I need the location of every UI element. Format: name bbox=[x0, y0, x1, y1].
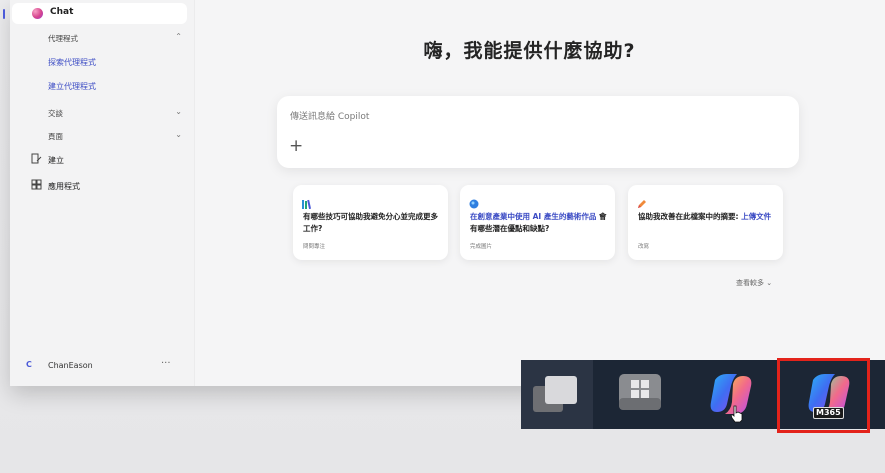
globe-icon bbox=[469, 194, 479, 209]
sidebar-section-conversations[interactable]: 交談 ⌄ bbox=[10, 105, 190, 121]
sidebar-section-pages[interactable]: 頁面 ⌄ bbox=[10, 128, 190, 144]
copilot-chat-icon bbox=[32, 8, 43, 19]
suggestion-card[interactable]: 有哪些技巧可協助我避免分心並完成更多工作? 問問專注 bbox=[293, 185, 448, 260]
start-icon bbox=[619, 374, 661, 410]
more-options-icon[interactable]: ··· bbox=[161, 358, 171, 369]
message-composer[interactable]: 傳送訊息給 Copilot + bbox=[277, 96, 799, 168]
sidebar-section-agents[interactable]: 代理程式 ⌃ bbox=[10, 30, 190, 46]
task-view-button[interactable] bbox=[521, 360, 593, 429]
desktop: Chat 代理程式 ⌃ 探索代理程式 建立代理程式 交談 ⌄ 頁面 ⌄ 建立 應… bbox=[0, 0, 885, 473]
card-text: 在創意產業中使用 AI 產生的藝術作品 會有哪些潛在優點和缺點? bbox=[470, 211, 610, 235]
card-text: 有哪些技巧可協助我避免分心並完成更多工作? bbox=[303, 212, 438, 233]
card-tag: 問問專注 bbox=[303, 244, 326, 250]
sidebar-item-label: Chat bbox=[50, 7, 74, 17]
avatar: C bbox=[26, 360, 32, 369]
books-icon bbox=[302, 194, 312, 210]
suggestion-card[interactable]: 在創意產業中使用 AI 產生的藝術作品 會有哪些潛在優點和缺點? 完成圖片 bbox=[460, 185, 615, 260]
sidebar-item-create[interactable]: 建立 bbox=[10, 152, 190, 168]
sidebar-item-apps[interactable]: 應用程式 bbox=[10, 178, 190, 194]
suggestion-card[interactable]: 協助我改善在此檔案中的摘要: 上傳文件 改寫 bbox=[628, 185, 783, 260]
card-tag: 完成圖片 bbox=[470, 244, 493, 250]
task-view-icon bbox=[533, 376, 577, 412]
mouse-cursor-hand-icon bbox=[730, 405, 743, 423]
section-label: 頁面 bbox=[48, 132, 63, 141]
add-attachment-button[interactable]: + bbox=[289, 136, 303, 156]
user-name: ChanEason bbox=[48, 361, 93, 370]
sidebar-item-label: 探索代理程式 bbox=[48, 58, 96, 67]
section-label: 交談 bbox=[48, 109, 63, 118]
card-text: 協助我改善在此檔案中的摘要: 上傳文件 bbox=[638, 211, 778, 223]
sidebar-item-label: 應用程式 bbox=[48, 182, 80, 191]
highlight-frame bbox=[777, 358, 870, 433]
sidebar-item-create-agent[interactable]: 建立代理程式 bbox=[10, 78, 190, 94]
chevron-up-icon: ⌃ bbox=[175, 32, 182, 41]
upload-document-link[interactable]: 上傳文件 bbox=[741, 212, 771, 221]
card-tag: 改寫 bbox=[638, 244, 650, 250]
sidebar-item-label: 建立 bbox=[48, 156, 64, 165]
chevron-down-icon: ⌄ bbox=[175, 130, 182, 139]
sidebar-item-chat[interactable]: Chat bbox=[3, 3, 187, 24]
selected-indicator bbox=[3, 9, 5, 19]
section-label: 代理程式 bbox=[48, 34, 78, 43]
sidebar-item-explore-agents[interactable]: 探索代理程式 bbox=[10, 54, 190, 70]
page-title: 嗨，我能提供什麼協助? bbox=[423, 40, 636, 62]
user-profile[interactable]: C ChanEason ··· bbox=[10, 358, 194, 374]
sidebar: Chat 代理程式 ⌃ 探索代理程式 建立代理程式 交談 ⌄ 頁面 ⌄ 建立 應… bbox=[3, 0, 195, 386]
see-more-button[interactable]: 查看較多 ⌄ bbox=[736, 278, 772, 288]
chevron-down-icon: ⌄ bbox=[175, 107, 182, 116]
composer-placeholder: 傳送訊息給 Copilot bbox=[290, 112, 370, 122]
card-text-main: 協助我改善在此檔案中的摘要: bbox=[638, 212, 742, 221]
copilot-app-window: Chat 代理程式 ⌃ 探索代理程式 建立代理程式 交談 ⌄ 頁面 ⌄ 建立 應… bbox=[3, 0, 885, 386]
create-icon bbox=[31, 153, 42, 164]
sidebar-item-label: 建立代理程式 bbox=[48, 82, 96, 91]
apps-grid-icon bbox=[31, 179, 42, 190]
start-button[interactable] bbox=[607, 360, 667, 429]
card-text-highlight: 在創意產業中使用 AI 產生的藝術作品 bbox=[470, 212, 597, 221]
pencil-icon bbox=[637, 194, 647, 208]
